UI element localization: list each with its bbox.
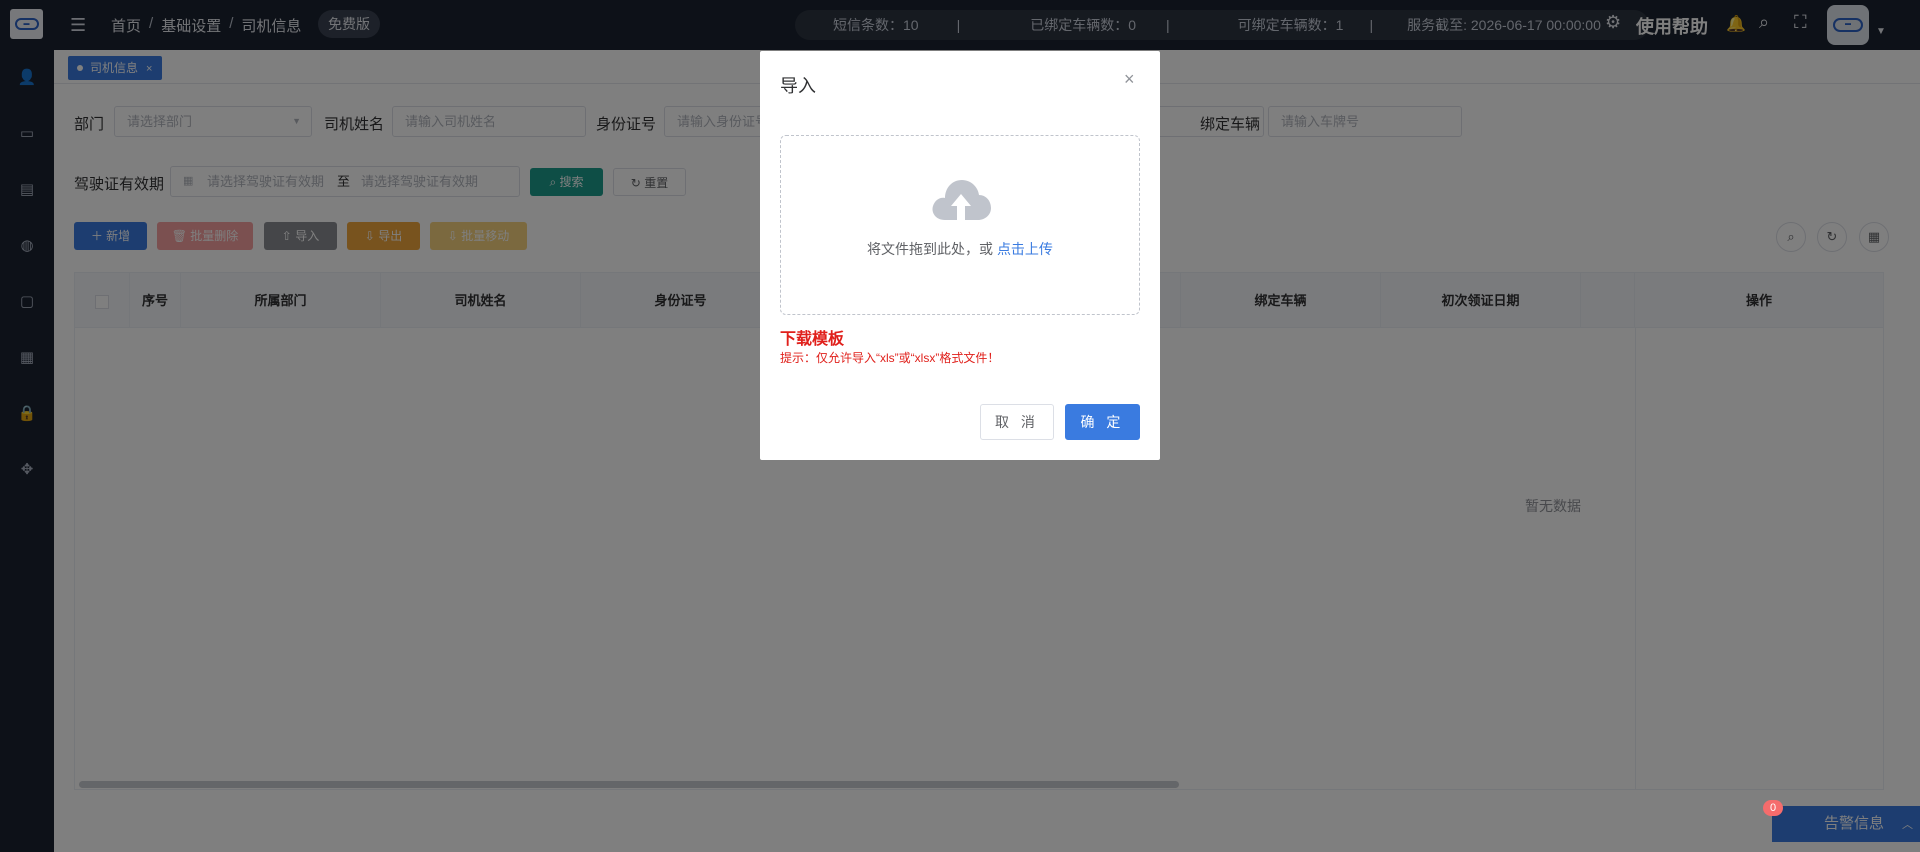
close-icon[interactable]: × — [1124, 69, 1135, 90]
upload-link[interactable]: 点击上传 — [997, 241, 1053, 257]
upload-dropzone[interactable]: 将文件拖到此处，或 点击上传 — [780, 135, 1140, 315]
cancel-button[interactable]: 取 消 — [980, 404, 1054, 440]
cloud-upload-icon — [932, 180, 991, 220]
import-dialog: 导入 × 将文件拖到此处，或 点击上传 下载模板 提示：仅允许导入“xls”或“… — [760, 51, 1160, 460]
confirm-button[interactable]: 确 定 — [1065, 404, 1140, 440]
dialog-title: 导入 — [780, 76, 816, 96]
download-template-link[interactable]: 下载模板 — [780, 325, 844, 349]
drop-hint: 将文件拖到此处，或 点击上传 — [781, 239, 1139, 259]
import-tip: 提示：仅允许导入“xls”或“xlsx”格式文件！ — [780, 351, 1000, 365]
drop-text: 将文件拖到此处，或 — [867, 241, 994, 257]
alert-count-badge: 0 — [1763, 800, 1783, 816]
